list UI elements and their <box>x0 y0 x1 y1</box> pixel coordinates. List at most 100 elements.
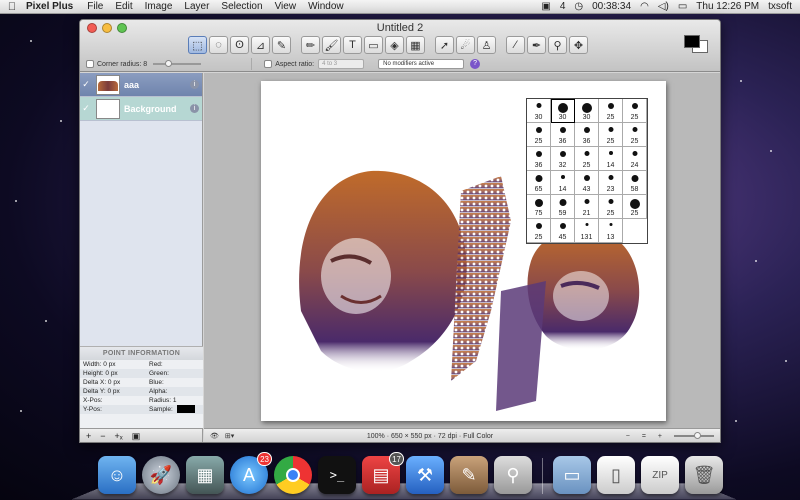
brush-preset[interactable]: 36 <box>527 147 551 171</box>
rect-select-tool[interactable]: ⬚ <box>188 36 207 54</box>
smudge-tool[interactable]: ☄ <box>456 36 475 54</box>
user-name[interactable]: txsoft <box>768 1 792 12</box>
menu-app-name[interactable]: Pixel Plus <box>26 1 73 12</box>
document-canvas[interactable]: 30 30 30 25 25 25 36 36 25 25 36 32 25 14 24 65 14 43 23 58… <box>261 81 666 421</box>
color-picker-tool[interactable]: ✒ <box>527 36 546 54</box>
zoom-actual-button[interactable]: = <box>642 433 646 440</box>
brush-preset[interactable]: 25 <box>575 147 599 171</box>
brush-preset[interactable]: 24 <box>623 147 647 171</box>
modifiers-popup[interactable]: No modifiers active <box>378 59 465 69</box>
brush-preset[interactable]: 14 <box>551 171 575 195</box>
zoom-tool[interactable]: ⚲ <box>548 36 567 54</box>
xcode-icon[interactable]: ⚒ <box>406 456 444 494</box>
brush-preset[interactable]: 30 <box>527 99 551 123</box>
remove-layer-button[interactable]: − <box>100 431 105 441</box>
timer-readout[interactable]: 00:38:34 <box>592 1 631 12</box>
zoom-slider[interactable] <box>674 432 714 439</box>
duplicate-layer-button[interactable]: +ₓ <box>115 431 123 441</box>
brush-preset[interactable]: 25 <box>527 123 551 147</box>
eyedropper-tool[interactable]: ⁄ <box>506 36 525 54</box>
aspect-ratio-field[interactable]: 4 to 3 <box>318 59 365 69</box>
calendar-icon[interactable]: ▤ 17 <box>362 452 404 494</box>
magic-wand-tool[interactable]: ✎ <box>272 36 291 54</box>
brush-preset[interactable]: 25 <box>623 99 647 123</box>
eraser-tool[interactable]: ▭ <box>364 36 383 54</box>
title-bar[interactable]: Untitled 2 ⬚ ◌ ʘ ⊿ ✎ ✏ 🖌 T ▭ ◈ ▦ ➚ ☄ ♙ ⁄ ✒ ⚲ ✥ Corner rad… <box>80 20 720 72</box>
zoom-out-button[interactable]: − <box>626 433 630 440</box>
layer-options-button[interactable]: ▣ <box>132 431 141 442</box>
brush-preset[interactable]: 25 <box>599 195 623 219</box>
document-icon[interactable]: ▯ <box>597 456 635 494</box>
fill-tool[interactable]: ◈ <box>385 36 404 54</box>
brush-preset[interactable]: 21 <box>575 195 599 219</box>
apple-menu-icon[interactable]:  <box>4 1 20 13</box>
stamp-tool[interactable]: ♙ <box>477 36 496 54</box>
brush-preset[interactable]: 36 <box>551 123 575 147</box>
status-badge-count[interactable]: 4 <box>560 1 566 12</box>
layer-info-icon[interactable]: i <box>190 80 199 89</box>
timer-icon[interactable]: ◷ <box>574 1 583 12</box>
brush-preset[interactable]: 30 <box>575 99 599 123</box>
brush-preset[interactable]: 25 <box>599 123 623 147</box>
foreground-color-swatch[interactable] <box>684 35 700 48</box>
corner-radius-slider-knob[interactable] <box>165 60 173 67</box>
brush-preset[interactable]: 131 <box>575 219 599 243</box>
trash-icon[interactable]: 🗑 <box>685 456 723 494</box>
brush-preset[interactable]: 75 <box>527 195 551 219</box>
display-icon[interactable]: ▣ <box>541 1 550 12</box>
polygon-lasso-tool[interactable]: ⊿ <box>251 36 270 54</box>
brush-preset[interactable]: 14 <box>599 147 623 171</box>
volume-icon[interactable]: ◁) <box>658 1 669 12</box>
launchpad-icon[interactable]: 🚀 <box>142 456 180 494</box>
layer-visibility-check-icon[interactable]: ✓ <box>80 103 92 114</box>
wifi-icon[interactable]: ◠ <box>640 1 649 12</box>
brush-preset[interactable]: 58 <box>623 171 647 195</box>
pencil-tool[interactable]: ✏ <box>301 36 320 54</box>
layer-row-aaa[interactable]: ✓ aaa i <box>80 73 202 97</box>
text-tool[interactable]: T <box>343 36 362 54</box>
brush-preset[interactable]: 25 <box>527 219 551 243</box>
aspect-ratio-checkbox[interactable] <box>264 60 273 68</box>
clock[interactable]: Thu 12:26 PM <box>696 1 759 12</box>
menu-layer[interactable]: Layer <box>184 1 209 12</box>
menu-edit[interactable]: Edit <box>115 1 132 12</box>
brush-preset[interactable]: 13 <box>599 219 623 243</box>
help-button[interactable]: ? <box>470 59 481 69</box>
corner-radius-slider[interactable] <box>153 60 202 67</box>
corner-radius-checkbox[interactable] <box>86 60 94 68</box>
canvas-area[interactable]: 30 30 30 25 25 25 36 36 25 25 36 32 25 14 24 65 14 43 23 58… <box>204 73 720 428</box>
move-tool[interactable]: ➚ <box>435 36 454 54</box>
menu-view[interactable]: View <box>275 1 297 12</box>
view-eye-icon[interactable]: 👁 <box>210 432 219 440</box>
view-options-icon[interactable]: ⊞▾ <box>225 432 234 440</box>
brush-preset[interactable]: 23 <box>599 171 623 195</box>
brush-preset[interactable]: 25 <box>623 123 647 147</box>
brush-tool[interactable]: 🖌 <box>322 36 341 54</box>
mission-control-icon[interactable]: ▦ <box>186 456 224 494</box>
zip-icon[interactable]: ZIP <box>641 456 679 494</box>
menu-image[interactable]: Image <box>145 1 173 12</box>
chrome-icon[interactable] <box>274 456 312 494</box>
brush-preset[interactable]: 25 <box>599 99 623 123</box>
finder-icon[interactable]: ☺ <box>98 456 136 494</box>
layer-visibility-check-icon[interactable]: ✓ <box>80 79 92 90</box>
pixel-plus-icon[interactable]: ✎ <box>450 456 488 494</box>
gradient-tool[interactable]: ▦ <box>406 36 425 54</box>
brush-preset[interactable]: 36 <box>575 123 599 147</box>
lasso-tool[interactable]: ʘ <box>230 36 249 54</box>
battery-icon[interactable]: ▭ <box>678 1 687 12</box>
zoom-in-button[interactable]: + <box>658 433 662 440</box>
brush-preset[interactable]: 59 <box>551 195 575 219</box>
menu-selection[interactable]: Selection <box>221 1 262 12</box>
folder-icon[interactable]: ▭ <box>553 456 591 494</box>
menu-file[interactable]: File <box>87 1 103 12</box>
menu-window[interactable]: Window <box>308 1 344 12</box>
pan-tool[interactable]: ✥ <box>569 36 588 54</box>
brush-preset[interactable]: 43 <box>575 171 599 195</box>
preview-icon[interactable]: ⚲ <box>494 456 532 494</box>
app-store-icon[interactable]: A 23 <box>230 452 272 494</box>
brush-preset[interactable]: 45 <box>551 219 575 243</box>
add-layer-button[interactable]: + <box>86 431 91 441</box>
brush-preset[interactable]: 65 <box>527 171 551 195</box>
brush-preset[interactable]: 25 <box>623 195 647 219</box>
